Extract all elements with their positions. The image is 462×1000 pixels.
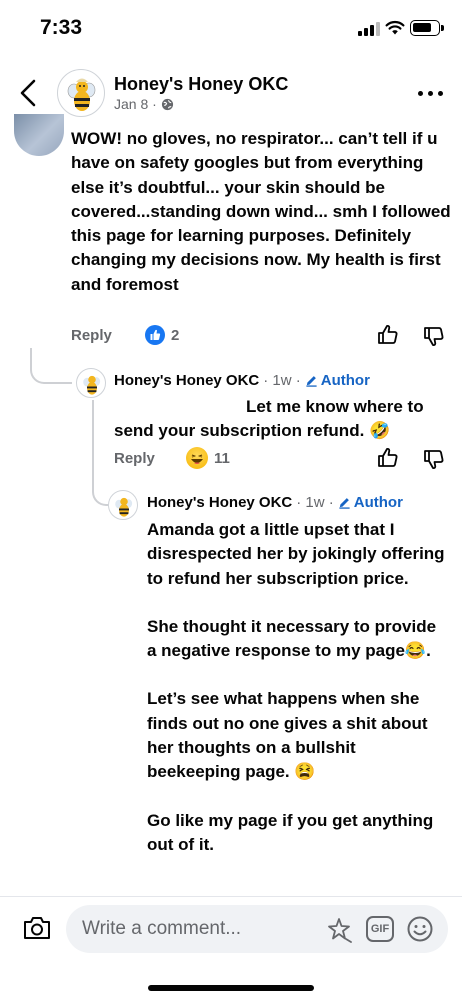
page-avatar[interactable] (57, 69, 105, 117)
comment-box[interactable]: GIF (66, 905, 448, 953)
home-indicator[interactable] (148, 985, 314, 991)
thread-connector (30, 348, 72, 384)
reply-paragraph: Amanda got a little upset that I disresp… (147, 520, 445, 588)
reply-actions: Reply (114, 446, 155, 470)
page-name[interactable]: Honey's Honey OKC (114, 74, 288, 95)
bee-logo-icon (67, 78, 96, 111)
sticker-icon[interactable] (324, 915, 354, 945)
thumbs-down-icon[interactable] (422, 324, 446, 348)
back-button[interactable] (14, 76, 44, 110)
commenter-avatar[interactable] (14, 114, 64, 156)
bee-logo-icon (115, 497, 133, 517)
thread-connector (92, 400, 94, 480)
reply-time: · 1w · (263, 372, 301, 389)
reaction-summary[interactable]: 11 (186, 446, 230, 470)
post-date[interactable]: Jan 8 · (114, 96, 157, 112)
reply-paragraph: Let’s see what happens when she finds ou… (147, 689, 428, 782)
status-time: 7:33 (40, 16, 83, 39)
reply-header: Honey's Honey OKC · 1w · Author (147, 494, 403, 511)
thumbs-down-icon[interactable] (422, 447, 446, 471)
author-badge: Author (338, 494, 403, 511)
thumbs-up-icon[interactable] (376, 446, 400, 470)
reply-button[interactable]: Reply (71, 327, 112, 344)
like-reaction-icon (145, 325, 165, 345)
emoji-icon[interactable] (406, 915, 434, 943)
thumbs-up-icon[interactable] (376, 323, 400, 347)
reply-text: Let me know where to send your subscript… (114, 397, 424, 441)
signal-icon (358, 22, 380, 36)
camera-icon[interactable] (22, 915, 52, 941)
more-options-button[interactable] (418, 82, 446, 102)
bee-logo-icon (83, 375, 101, 395)
haha-reaction-icon (186, 447, 208, 469)
author-avatar[interactable] (108, 490, 138, 520)
wifi-icon (385, 20, 405, 35)
reply-paragraph: Go like my page if you get anything out … (147, 810, 434, 854)
comment-input[interactable] (82, 915, 312, 943)
pencil-icon (306, 376, 317, 387)
post-header: Honey's Honey OKC Jan 8 · (0, 62, 462, 122)
reply-button[interactable]: Reply (114, 450, 155, 467)
battery-icon (410, 20, 444, 36)
reaction-summary[interactable]: 2 (145, 323, 179, 347)
gif-button[interactable]: GIF (366, 916, 394, 942)
globe-icon (161, 98, 173, 110)
author-avatar[interactable] (76, 368, 106, 398)
author-badge: Author (305, 372, 370, 389)
post-meta: Jan 8 · (114, 96, 174, 112)
reply-text: Amanda got a little upset that I disresp… (147, 518, 447, 857)
comment-composer: GIF (0, 896, 462, 962)
reaction-count: 11 (214, 449, 230, 467)
reply-header: Honey's Honey OKC · 1w · Author (114, 372, 370, 389)
status-bar: 7:33 (0, 0, 462, 58)
pencil-icon (339, 498, 350, 509)
reply-time: · 1w · (296, 494, 334, 511)
reply-author-name[interactable]: Honey's Honey OKC (114, 372, 259, 389)
reaction-count: 2 (171, 326, 180, 344)
comment-actions: Reply (71, 323, 112, 347)
reply-paragraph: She thought it necessary to provide a ne… (147, 616, 437, 661)
thread-connector (92, 476, 108, 506)
comment-text: WOW! no gloves, no respirator... can’t t… (71, 129, 451, 294)
reply-author-name[interactable]: Honey's Honey OKC (147, 494, 292, 511)
